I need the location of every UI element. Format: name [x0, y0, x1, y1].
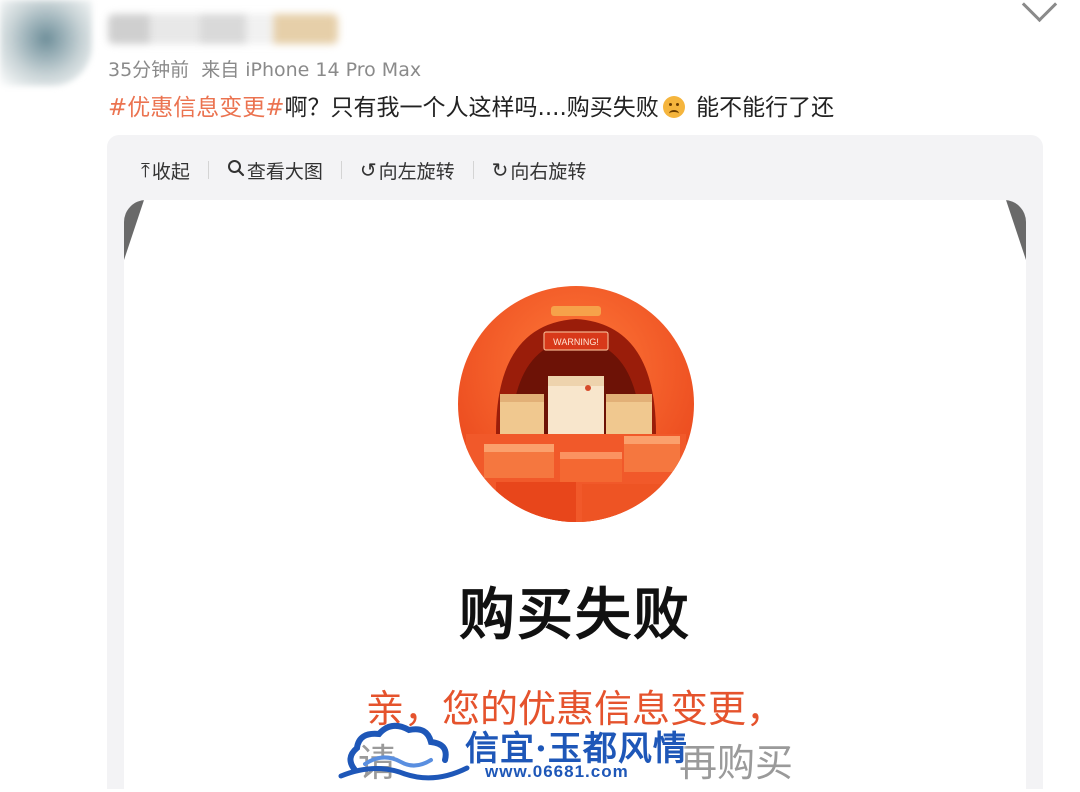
purchase-failed-title: 购买失败	[459, 583, 691, 648]
post-image[interactable]: WARNING! 购买失败 亲，您的优惠信息变更， 请 再购买	[124, 200, 1026, 789]
rotate-left-label: 向左旋转	[378, 160, 455, 183]
username-blurred[interactable]	[108, 14, 338, 44]
warning-boxes-illustration: WARNING!	[458, 286, 694, 522]
hashtag-link[interactable]: #优惠信息变更#	[108, 95, 285, 121]
collapse-label: 收起	[151, 160, 190, 183]
post-time: 35分钟前	[108, 59, 190, 81]
image-corner	[124, 200, 144, 260]
site-watermark: 信宜·玉都风情 www.06681.com	[335, 718, 695, 788]
rotate-left-icon: ↺	[359, 158, 377, 182]
post-source: 来自 iPhone 14 Pro Max	[201, 59, 422, 81]
post-body: #优惠信息变更#啊？只有我一个人这样吗....购买失败 能不能行了还	[108, 88, 834, 122]
search-icon	[227, 158, 245, 182]
watermark-url: www.06681.com	[485, 762, 629, 781]
image-toolbar: ⤒ 收起 查看大图 ↺ 向左旋转 ↻ 向右旋转	[137, 155, 604, 185]
post-meta: 35分钟前 来自 iPhone 14 Pro Max	[108, 55, 421, 82]
image-corner	[1006, 200, 1026, 260]
sad-face-emoji-icon	[662, 96, 685, 118]
view-large-button[interactable]: 查看大图	[209, 157, 341, 184]
post-text-tail: 能不能行了还	[688, 95, 835, 121]
arrow-up-collapse-icon: ⤒	[141, 158, 150, 182]
post-text: 啊？只有我一个人这样吗....购买失败	[284, 95, 659, 121]
rotate-right-label: 向右旋转	[510, 160, 587, 183]
collapse-button[interactable]: ⤒ 收起	[137, 157, 208, 184]
rotate-left-button[interactable]: ↺ 向左旋转	[342, 157, 473, 184]
view-large-label: 查看大图	[246, 160, 323, 183]
failure-message-line2-end: 再购买	[679, 741, 794, 785]
chevron-down-icon[interactable]	[1021, 0, 1058, 23]
rotate-right-button[interactable]: ↻ 向右旋转	[474, 157, 605, 184]
cloud-wave-logo-icon	[338, 722, 470, 781]
media-panel: ⤒ 收起 查看大图 ↺ 向左旋转 ↻ 向右旋转 WARNING! 购买失败 亲，…	[107, 135, 1043, 789]
rotate-right-icon: ↻	[491, 158, 509, 182]
warning-label: WARNING!	[553, 337, 599, 347]
avatar[interactable]	[0, 0, 92, 86]
